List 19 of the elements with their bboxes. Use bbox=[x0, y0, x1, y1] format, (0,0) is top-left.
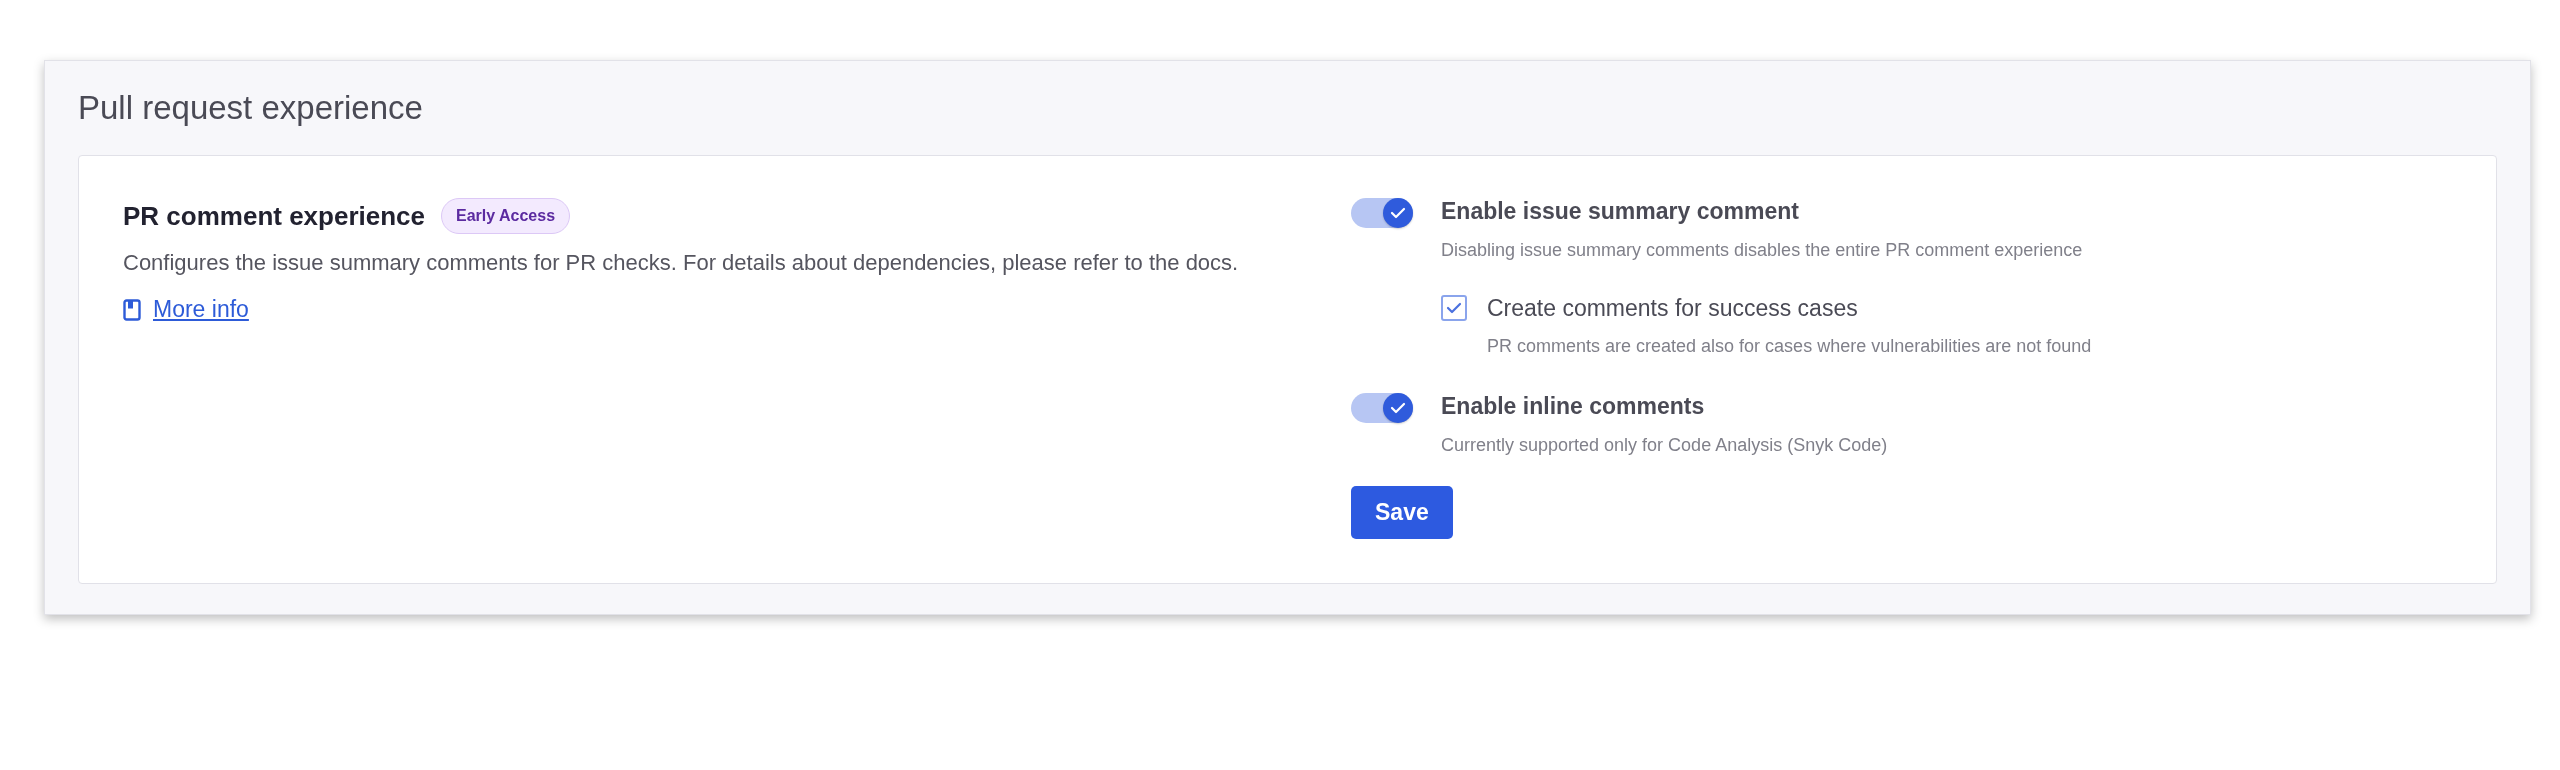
save-button[interactable]: Save bbox=[1351, 486, 1453, 539]
toggle-switch[interactable] bbox=[1351, 393, 1413, 423]
more-info-link[interactable]: More info bbox=[153, 296, 249, 323]
check-icon bbox=[1446, 301, 1462, 315]
book-icon bbox=[123, 298, 141, 321]
checkbox-label: Create comments for success cases bbox=[1487, 295, 1859, 322]
toggle-switch[interactable] bbox=[1351, 198, 1413, 228]
setting-description: Configures the issue summary comments for PR checks. For details about dependencies, please refer to the docs. bbox=[123, 249, 1240, 277]
checkbox[interactable] bbox=[1441, 295, 1467, 321]
option-label: Enable issue summary comment bbox=[1441, 198, 1800, 226]
option-label: Enable inline comments bbox=[1441, 393, 1706, 421]
option-help-text: PR comments are created also for cases where vulnerabilities are not found bbox=[1487, 336, 2093, 357]
setting-title: PR comment experience bbox=[123, 200, 425, 232]
option-help-text: Disabling issue summary comments disables the entire PR comment experience bbox=[1441, 240, 2084, 261]
section-title: Pull request experience bbox=[78, 89, 424, 127]
option-help-text: Currently supported only for Code Analysis (Snyk Code) bbox=[1441, 435, 1889, 456]
status-badge: Early Access bbox=[441, 198, 571, 234]
check-icon bbox=[1390, 401, 1406, 415]
check-icon bbox=[1390, 206, 1406, 220]
